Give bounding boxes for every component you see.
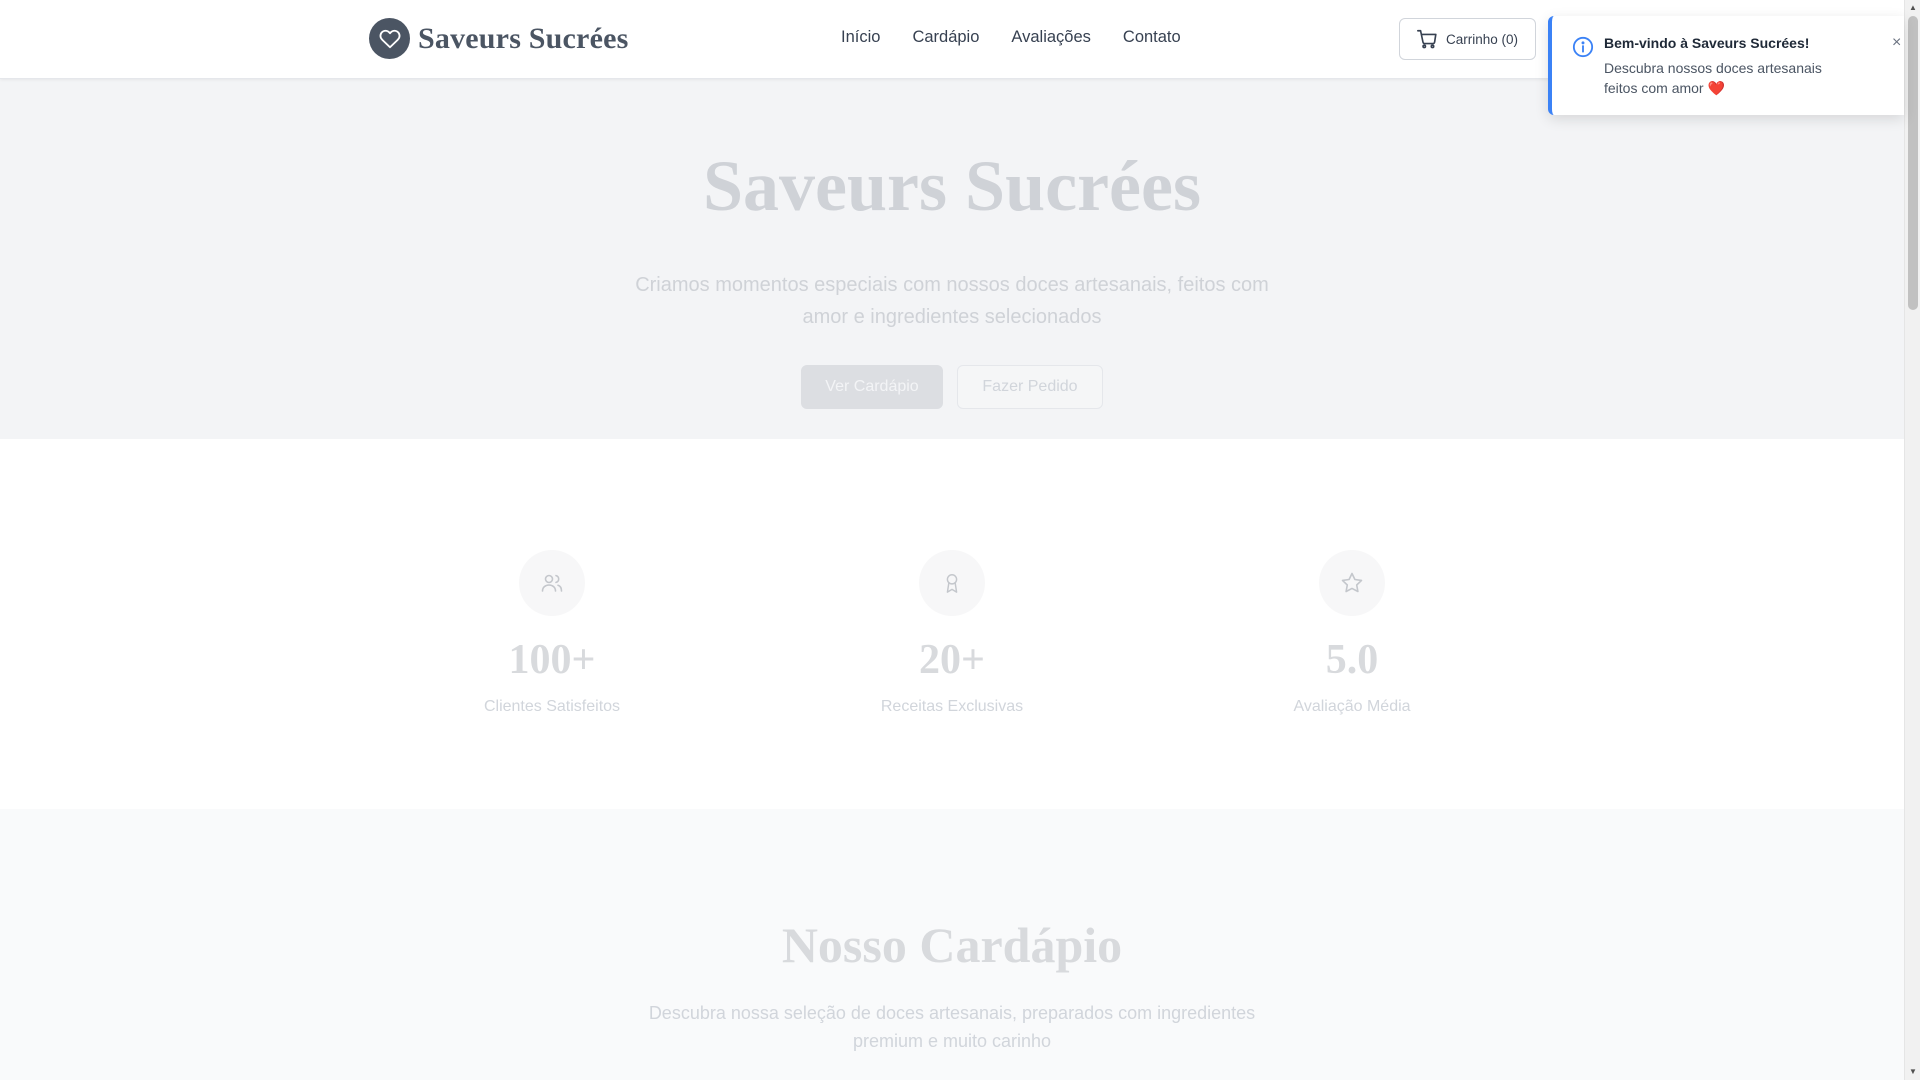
- menu-title: Nosso Cardápio: [781, 917, 1123, 973]
- hero-title: Saveurs Sucrées: [703, 146, 1201, 226]
- view-menu-button[interactable]: Ver Cardápio: [801, 365, 943, 409]
- scroll-up-arrow-icon[interactable]: ▲: [1905, 0, 1920, 16]
- brand-logo[interactable]: Saveurs Sucrées: [369, 18, 628, 59]
- stat-clients: 100+ Clientes Satisfeitos: [402, 550, 702, 716]
- hero-section: Saveurs Sucrées Criamos momentos especia…: [0, 79, 1904, 439]
- cart-label: Carrinho (0): [1446, 31, 1519, 47]
- close-icon[interactable]: ×: [1892, 34, 1901, 52]
- nav-link-cardapio[interactable]: Cardápio: [912, 28, 979, 47]
- main-nav: Início Cardápio Avaliações Contato: [841, 28, 1213, 47]
- page-content: Saveurs Sucrées Criamos momentos especia…: [0, 79, 1904, 1080]
- brand-name: Saveurs Sucrées: [418, 21, 629, 55]
- heart-icon: [369, 18, 410, 59]
- page-scrollbar[interactable]: ▲ ▼: [1904, 0, 1920, 1080]
- place-order-button[interactable]: Fazer Pedido: [957, 365, 1103, 409]
- stat-value: 5.0: [1325, 637, 1379, 683]
- hero-actions: Ver Cardápio Fazer Pedido: [801, 365, 1103, 409]
- stat-value: 100+: [508, 637, 596, 683]
- scroll-down-arrow-icon[interactable]: ▼: [1905, 1064, 1920, 1080]
- toast-title: Bem-vindo à Saveurs Sucrées!: [1604, 35, 1810, 51]
- users-icon: [519, 550, 585, 616]
- info-icon: [1572, 36, 1594, 63]
- cart-button[interactable]: Carrinho (0): [1399, 18, 1536, 60]
- menu-section: Nosso Cardápio Descubra nossa seleção de…: [0, 809, 1904, 1080]
- stat-label: Receitas Exclusivas: [880, 698, 1024, 715]
- nav-link-inicio[interactable]: Início: [841, 28, 880, 47]
- stat-value: 20+: [919, 637, 985, 683]
- stat-label: Avaliação Média: [1293, 698, 1411, 715]
- welcome-toast: Bem-vindo à Saveurs Sucrées! Descubra no…: [1548, 16, 1904, 115]
- award-icon: [919, 550, 985, 616]
- hero-subtitle: Criamos momentos especiais com nossos do…: [635, 274, 1269, 328]
- nav-link-contato[interactable]: Contato: [1123, 28, 1181, 47]
- star-icon: [1319, 550, 1385, 616]
- stat-recipes: 20+ Receitas Exclusivas: [802, 550, 1102, 716]
- stat-rating: 5.0 Avaliação Média: [1202, 550, 1502, 716]
- stat-label: Clientes Satisfeitos: [483, 698, 621, 715]
- nav-link-avaliacoes[interactable]: Avaliações: [1011, 28, 1091, 47]
- stats-section: 100+ Clientes Satisfeitos 20+ Receitas E…: [0, 439, 1904, 809]
- menu-subtitle: Descubra nossa seleção de doces artesana…: [648, 1003, 1256, 1051]
- shopping-cart-icon: [1417, 29, 1437, 49]
- scroll-thumb[interactable]: [1908, 16, 1918, 310]
- toast-message: Descubra nossos doces artesanais feitos …: [1604, 60, 1822, 96]
